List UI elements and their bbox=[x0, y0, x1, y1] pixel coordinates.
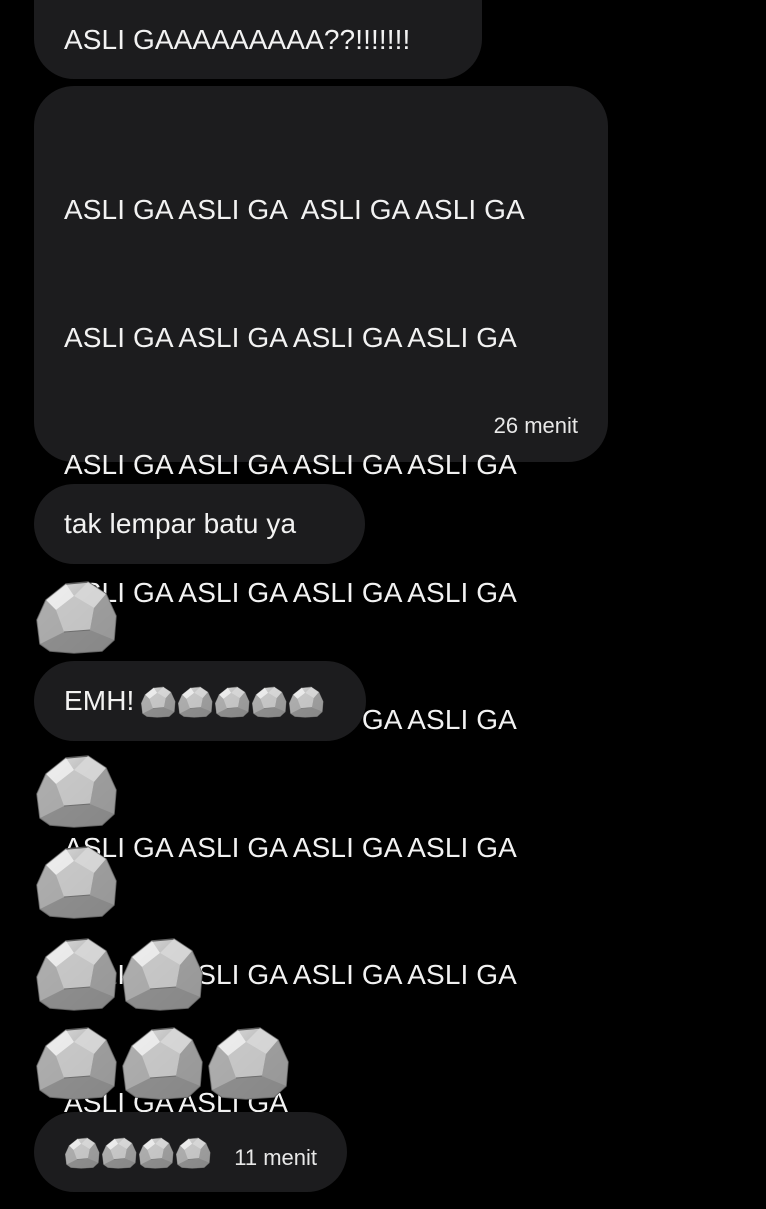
rock-icon bbox=[34, 1024, 118, 1100]
rock-icon bbox=[138, 1136, 174, 1169]
rock-icon bbox=[175, 1136, 211, 1169]
rock-icon bbox=[120, 935, 204, 1011]
rock-emoji-message[interactable] bbox=[34, 752, 118, 828]
message-bubble[interactable]: EMH! bbox=[34, 661, 366, 741]
rock-emoji-message[interactable] bbox=[34, 843, 118, 919]
message-line: ASLI GA ASLI GA ASLI GA ASLI GA bbox=[64, 449, 517, 480]
rock-icon bbox=[101, 1136, 137, 1169]
message-bubble[interactable]: 11 menit bbox=[34, 1112, 347, 1192]
rock-icon bbox=[120, 1024, 204, 1100]
rock-icon bbox=[177, 685, 213, 718]
message-bubble[interactable]: ASLI GA ASLI GA ASLI GA ASLI GA ASLI GA … bbox=[34, 86, 608, 1118]
rock-icon bbox=[34, 578, 118, 654]
message-line: ASLI GA ASLI GA ASLI GA ASLI GA bbox=[64, 576, 517, 608]
rock-icon bbox=[64, 1136, 100, 1169]
message-text: tak lempar batu ya bbox=[64, 508, 297, 539]
message-bubble[interactable]: tak lempar batu ya bbox=[34, 484, 365, 564]
message-line: ASLI GA ASLI GA ASLI GA ASLI GA bbox=[64, 194, 525, 225]
rock-icon bbox=[251, 685, 287, 718]
message-text: ASLI GAAAAAAAAA??!!!!!!! bbox=[64, 24, 411, 55]
rock-emoji-message[interactable] bbox=[34, 578, 118, 654]
rock-emoji-message[interactable] bbox=[34, 1024, 290, 1100]
rock-emoji-message[interactable] bbox=[34, 935, 204, 1011]
rock-icon bbox=[140, 685, 176, 718]
rock-icon bbox=[34, 935, 118, 1011]
rock-icon bbox=[288, 685, 324, 718]
rock-icon bbox=[214, 685, 250, 718]
message-text: EMH! bbox=[64, 684, 135, 716]
rock-icon bbox=[34, 752, 118, 828]
message-timestamp: 11 menit bbox=[234, 1145, 317, 1170]
message-bubble[interactable]: ASLI GAAAAAAAAA??!!!!!!! bbox=[34, 0, 482, 79]
message-line: ASLI GA ASLI GA ASLI GA ASLI GA bbox=[64, 321, 517, 353]
rock-icon bbox=[206, 1024, 290, 1100]
message-timestamp: 26 menit bbox=[493, 413, 578, 438]
message-line: ASLI GA ASLI GA ASLI GA ASLI GA bbox=[64, 831, 517, 863]
rock-icon bbox=[34, 843, 118, 919]
